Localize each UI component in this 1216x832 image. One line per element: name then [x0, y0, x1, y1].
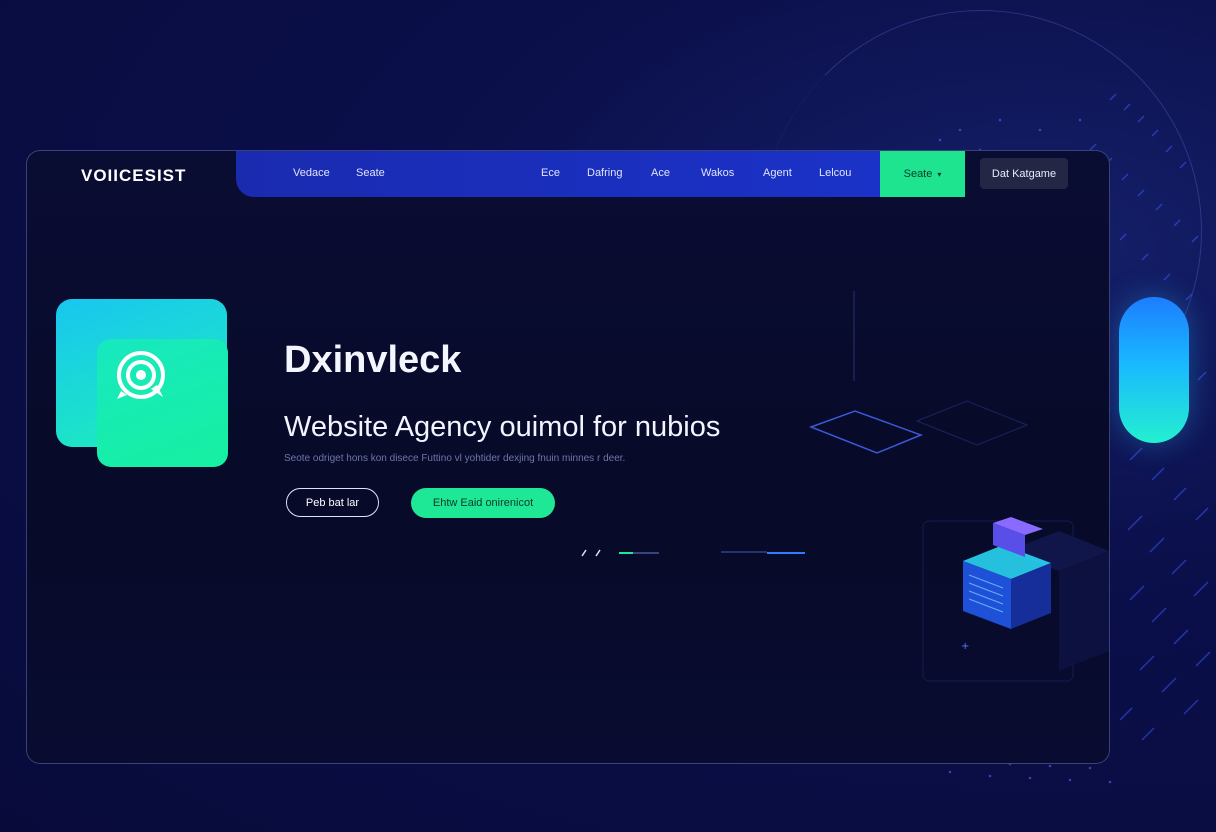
brand-logo[interactable]: VOIICESIST: [81, 166, 186, 186]
nav-cta-dropdown[interactable]: Seate ▾: [880, 151, 965, 197]
carousel-indicator[interactable]: [579, 547, 819, 559]
nav-item-vedace[interactable]: Vedace: [293, 167, 330, 179]
nav-item-dafring[interactable]: Dafring: [587, 167, 622, 179]
nav-cta-label: Seate: [903, 168, 933, 180]
nav-item-lelcou[interactable]: Lelcou: [819, 167, 851, 179]
hero-subtitle: Website Agency ouimol for nubios: [284, 411, 721, 443]
nav-item-ece[interactable]: Ece: [541, 167, 560, 179]
chevron-down-icon: ▾: [937, 169, 942, 179]
svg-text:+: +: [961, 641, 969, 652]
isometric-server-illustration: +: [808, 291, 1109, 682]
get-started-button[interactable]: Ehtw Eaid onirenicot: [411, 488, 555, 518]
voice-target-icon: [117, 351, 165, 399]
browser-window: VOIICESIST Vedace Seate Ece Dafring Ace …: [26, 150, 1110, 764]
nav-item-wakos[interactable]: Wakos: [701, 167, 734, 179]
primary-outline-button[interactable]: Peb bat lar: [286, 488, 379, 517]
nav-secondary-button[interactable]: Dat Katgame: [980, 158, 1068, 189]
side-pill-decoration: [1119, 297, 1189, 443]
nav-item-seate[interactable]: Seate: [356, 167, 385, 179]
hero-description: Seote odriget hons kon disece Futtino vl…: [284, 453, 626, 464]
nav-item-agent[interactable]: Agent: [763, 167, 792, 179]
nav-bar: Vedace Seate Ece Dafring Ace Wakos Agent…: [236, 151, 881, 197]
hero-title: Dxinvleck: [284, 339, 462, 381]
nav-item-ace[interactable]: Ace: [651, 167, 670, 179]
